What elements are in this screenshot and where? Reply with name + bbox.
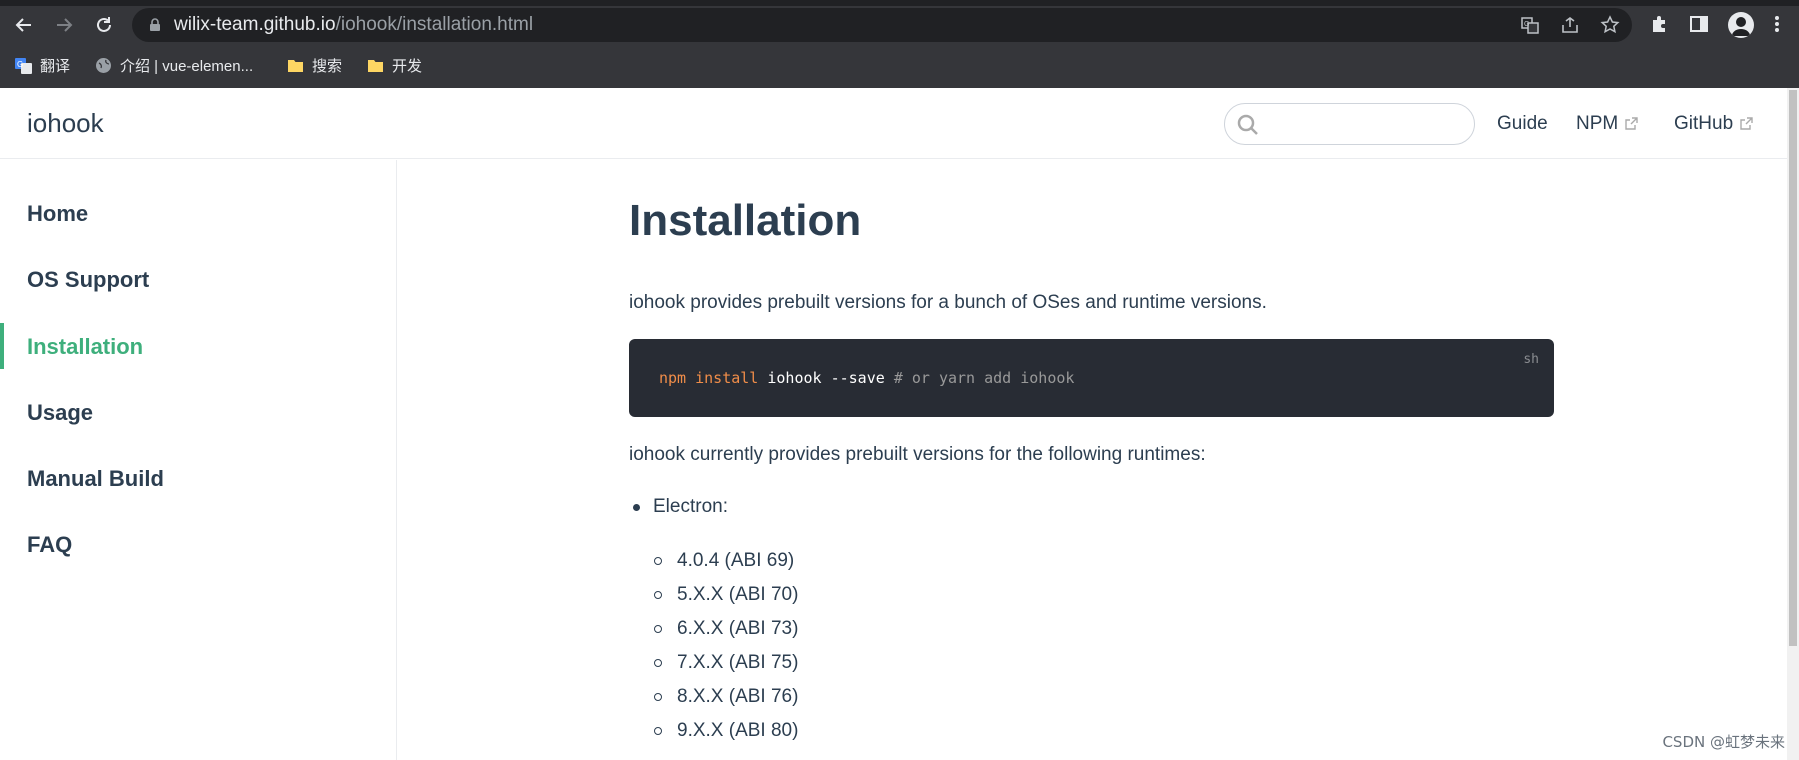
- page: iohook Guide NPM GitHub Home OS Support …: [0, 88, 1787, 760]
- address-bar[interactable]: wilix-team.github.io/iohook/installation…: [132, 8, 1632, 42]
- folder-icon: [288, 59, 303, 72]
- list-bullet: [654, 625, 662, 633]
- bookmark-label: 介绍 | vue-elemen...: [120, 57, 254, 75]
- profile-avatar[interactable]: [1728, 12, 1754, 38]
- tab-strip-edge: [0, 0, 1799, 6]
- code-block: sh npm install iohook --save # or yarn a…: [629, 339, 1554, 417]
- list-bullet: [654, 557, 662, 565]
- translate-icon: G: [15, 57, 32, 74]
- runtimes-paragraph: iohook currently provides prebuilt versi…: [629, 444, 1206, 465]
- globe-icon: [96, 57, 111, 73]
- translate-page-icon[interactable]: G: [1520, 15, 1540, 35]
- version-item: 6.X.X (ABI 73): [677, 618, 799, 639]
- url-text: wilix-team.github.io/iohook/installation…: [174, 15, 533, 35]
- extensions-button[interactable]: [1648, 13, 1670, 35]
- nav-npm-link[interactable]: NPM: [1576, 113, 1638, 135]
- puzzle-icon: [1653, 16, 1665, 32]
- reload-icon: [97, 17, 111, 32]
- url-path: /iohook/installation.html: [335, 14, 534, 35]
- svg-text:G: G: [17, 60, 23, 69]
- active-indicator: [0, 323, 4, 369]
- external-link-icon: [1740, 117, 1753, 130]
- nav-guide-label: Guide: [1497, 113, 1548, 134]
- svg-text:G: G: [1524, 21, 1529, 28]
- sidebar-item-faq[interactable]: FAQ: [27, 532, 72, 558]
- forward-arrow-icon: [57, 18, 73, 32]
- version-item: 4.0.4 (ABI 69): [677, 550, 795, 571]
- version-item: 8.X.X (ABI 76): [677, 686, 799, 707]
- bookmark-folder-search[interactable]: 搜索: [287, 54, 342, 76]
- code-line: npm install iohook --save # or yarn add …: [659, 369, 1074, 387]
- code-token: iohook: [767, 369, 822, 387]
- sidebar: Home OS Support Installation Usage Manua…: [0, 160, 397, 760]
- nav-github-link[interactable]: GitHub: [1674, 113, 1753, 135]
- search-icon: [1237, 114, 1258, 135]
- code-language-label: sh: [1523, 352, 1539, 367]
- bookmark-label: 搜索: [312, 57, 343, 75]
- site-name-link[interactable]: iohook: [27, 108, 104, 139]
- bookmark-label: 翻译: [40, 57, 71, 75]
- site-navbar: iohook Guide NPM GitHub: [0, 88, 1787, 159]
- bookmark-translate[interactable]: G 翻译: [15, 54, 70, 76]
- version-item: 9.X.X (ABI 80): [677, 720, 799, 741]
- bookmark-vue-element[interactable]: 介绍 | vue-elemen...: [95, 54, 253, 76]
- kebab-menu-icon: [1775, 16, 1779, 32]
- forward-button[interactable]: [49, 10, 79, 40]
- lock-icon: [150, 18, 160, 31]
- bookmark-star-icon[interactable]: [1600, 15, 1620, 35]
- nav-github-label: GitHub: [1674, 113, 1734, 134]
- version-item: 5.X.X (ABI 70): [677, 584, 799, 605]
- bookmark-folder-dev[interactable]: 开发: [367, 54, 422, 76]
- side-panel-button[interactable]: [1688, 13, 1710, 35]
- intro-paragraph: iohook provides prebuilt versions for a …: [629, 292, 1267, 313]
- browser-menu-button[interactable]: [1766, 13, 1788, 35]
- sidebar-item-manual-build[interactable]: Manual Build: [27, 466, 164, 492]
- code-token: --save: [830, 369, 885, 387]
- share-icon[interactable]: [1560, 15, 1580, 35]
- sidebar-item-usage[interactable]: Usage: [27, 400, 93, 426]
- page-title: Installation: [629, 196, 862, 245]
- browser-chrome: wilix-team.github.io/iohook/installation…: [0, 0, 1799, 88]
- list-bullet: [654, 693, 662, 701]
- sidebar-item-installation[interactable]: Installation: [27, 334, 143, 360]
- back-arrow-icon: [15, 18, 31, 32]
- code-token: npm: [659, 369, 687, 387]
- side-panel-icon: [1690, 16, 1708, 32]
- nav-npm-label: NPM: [1576, 113, 1619, 134]
- list-bullet: [633, 504, 640, 511]
- bookmarks-bar: G 翻译 介绍 | vue-elemen... 搜索 开发: [0, 50, 1799, 80]
- scrollbar-thumb[interactable]: [1789, 90, 1797, 646]
- page-scrollbar[interactable]: [1787, 88, 1799, 760]
- folder-icon: [368, 59, 383, 72]
- profile-icon: [1732, 17, 1750, 36]
- code-token: install: [695, 369, 759, 387]
- list-bullet: [654, 659, 662, 667]
- version-item: 7.X.X (ABI 75): [677, 652, 799, 673]
- nav-guide-link[interactable]: Guide: [1497, 113, 1548, 135]
- watermark: CSDN @虹梦未来: [1662, 733, 1785, 751]
- sidebar-item-os-support[interactable]: OS Support: [27, 267, 149, 293]
- list-item-electron: Electron:: [653, 496, 728, 517]
- bookmark-label: 开发: [392, 57, 423, 75]
- url-host: wilix-team.github.io: [174, 14, 336, 35]
- back-button[interactable]: [9, 10, 39, 40]
- code-comment: # or yarn add iohook: [893, 369, 1075, 387]
- search-box[interactable]: [1224, 103, 1475, 145]
- list-bullet: [654, 591, 662, 599]
- reload-button[interactable]: [89, 10, 119, 40]
- sidebar-item-home[interactable]: Home: [27, 201, 88, 227]
- external-link-icon: [1625, 117, 1638, 130]
- list-bullet: [654, 727, 662, 735]
